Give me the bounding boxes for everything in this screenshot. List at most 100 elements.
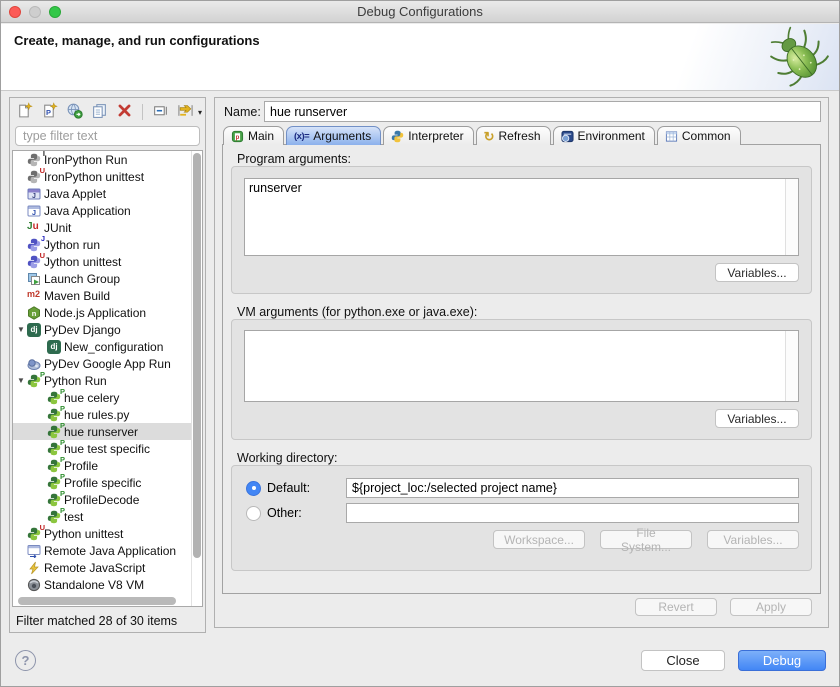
tree-item-label: IronPython Run xyxy=(44,153,127,167)
tree-item-remote-java-application[interactable]: Remote Java Application xyxy=(13,542,202,559)
arguments-tab-icon: (x)= xyxy=(294,131,309,142)
textarea-scrollbar[interactable] xyxy=(785,179,798,255)
tree-item-pydev-django[interactable]: ▼ dj PyDev Django xyxy=(13,321,202,338)
tab-label: Arguments xyxy=(313,129,371,143)
tree-item-label: Remote Java Application xyxy=(44,544,176,558)
tree-item-label: Java Application xyxy=(44,204,131,218)
tree-item-label: test xyxy=(64,510,83,524)
tab-arguments[interactable]: (x)= Arguments xyxy=(286,126,381,145)
other-radio-label: Other: xyxy=(267,506,302,520)
tree-vertical-scrollbar[interactable] xyxy=(191,151,202,606)
vm-arguments-variables-button[interactable]: Variables... xyxy=(715,409,799,428)
python-blue-J-icon: J xyxy=(27,238,41,252)
debug-button[interactable]: Debug xyxy=(738,650,826,671)
expander-icon[interactable]: ▼ xyxy=(15,376,27,385)
tree-item-hue-celery[interactable]: P hue celery xyxy=(13,389,202,406)
tree-item-maven-build[interactable]: m2 Maven Build xyxy=(13,287,202,304)
program-arguments-textarea[interactable]: runserver xyxy=(245,179,785,255)
tab-common[interactable]: Common xyxy=(657,126,741,145)
workspace-button[interactable]: Workspace... xyxy=(493,530,585,549)
java-applet-icon: J xyxy=(27,187,41,201)
tab-environment[interactable]: Environment xyxy=(553,126,655,145)
tree-item-label: Standalone V8 VM xyxy=(44,578,144,592)
remote-js-icon xyxy=(27,561,41,575)
delete-launch-configuration-button[interactable] xyxy=(114,102,135,122)
debug-bug-icon xyxy=(767,26,831,95)
tree-item-hue-runserver[interactable]: P hue runserver xyxy=(13,423,202,440)
tree-item-profile[interactable]: P Profile xyxy=(13,457,202,474)
tree-item-java-applet[interactable]: J Java Applet xyxy=(13,185,202,202)
tree-horizontal-scrollbar[interactable] xyxy=(13,596,191,606)
file-system-button[interactable]: File System... xyxy=(600,530,692,549)
header-title: Create, manage, and run configurations xyxy=(14,33,260,48)
other-directory-input[interactable] xyxy=(346,503,799,523)
title-bar[interactable]: Debug Configurations xyxy=(1,1,839,23)
new-launch-prototype-button[interactable]: P xyxy=(39,102,60,122)
expander-icon[interactable]: ▼ xyxy=(15,325,27,334)
tree-item-label: PyDev Django xyxy=(44,323,121,337)
textarea-scrollbar[interactable] xyxy=(785,331,798,401)
python-green-P-icon: P xyxy=(47,459,61,473)
tree-item-launch-group[interactable]: Launch Group xyxy=(13,270,202,287)
other-radio[interactable] xyxy=(246,506,261,521)
tree-item-hue-test-specific[interactable]: P hue test specific xyxy=(13,440,202,457)
default-radio[interactable] xyxy=(246,481,261,496)
python-green-P-icon: P xyxy=(47,476,61,490)
tree-item-jython-unittest[interactable]: U Jython unittest xyxy=(13,253,202,270)
tree-item-python-unittest[interactable]: U Python unittest xyxy=(13,525,202,542)
debug-configurations-dialog: Debug Configurations Create, manage, and… xyxy=(0,0,840,687)
apply-button[interactable]: Apply xyxy=(730,598,812,616)
default-directory-input[interactable] xyxy=(346,478,799,498)
filter-menu-caret-icon[interactable]: ▾ xyxy=(198,108,202,117)
python-green-P-icon: P xyxy=(27,374,41,388)
name-input[interactable] xyxy=(264,101,821,122)
new-launch-configuration-icon xyxy=(16,102,33,122)
tree-item-hue-rules-py[interactable]: P hue rules.py xyxy=(13,406,202,423)
tree-item-label: hue rules.py xyxy=(64,408,129,422)
working-directory-variables-button[interactable]: Variables... xyxy=(707,530,799,549)
scrollbar-thumb[interactable] xyxy=(18,597,176,605)
help-button[interactable]: ? xyxy=(15,650,36,671)
filter-launch-configurations-button[interactable] xyxy=(175,102,196,122)
tree-item-new-configuration[interactable]: dj New_configuration xyxy=(13,338,202,355)
program-arguments-field-frame: runserver xyxy=(244,178,799,256)
tab-interpreter[interactable]: Interpreter xyxy=(383,126,473,145)
tree-item-label: New_configuration xyxy=(64,340,163,354)
program-arguments-label: Program arguments: xyxy=(237,152,351,166)
vm-arguments-textarea[interactable] xyxy=(245,331,785,401)
delete-launch-configuration-icon xyxy=(116,102,133,122)
tree-item-profiledecode[interactable]: P ProfileDecode xyxy=(13,491,202,508)
new-launch-configuration-button[interactable] xyxy=(14,102,35,122)
duplicate-launch-configuration-button[interactable] xyxy=(89,102,110,122)
python-green-P-icon: P xyxy=(47,442,61,456)
window-title: Debug Configurations xyxy=(1,4,839,19)
working-directory-label: Working directory: xyxy=(237,451,338,465)
revert-button[interactable]: Revert xyxy=(635,598,717,616)
export-launch-configurations-icon xyxy=(66,102,83,122)
configuration-detail-panel: Name: p Main (x)= Arguments Interpreter xyxy=(214,97,829,628)
tree-item-remote-javascript[interactable]: Remote JavaScript xyxy=(13,559,202,576)
tree-item-python-run[interactable]: ▼ P Python Run xyxy=(13,372,202,389)
tree-item-profile-specific[interactable]: P Profile specific xyxy=(13,474,202,491)
close-button[interactable]: Close xyxy=(641,650,725,671)
tab-bar: p Main (x)= Arguments Interpreter ↻ Refr… xyxy=(223,126,743,145)
tab-refresh[interactable]: ↻ Refresh xyxy=(476,126,551,145)
filter-input[interactable] xyxy=(15,126,200,146)
name-label: Name: xyxy=(224,105,261,119)
tree-item-ironpython-unittest[interactable]: U IronPython unittest xyxy=(13,168,202,185)
tab-main[interactable]: p Main xyxy=(223,126,284,145)
tree-item-label: Node.js Application xyxy=(44,306,146,320)
java-application-icon: J xyxy=(27,204,41,218)
tree-item-label: Python Run xyxy=(44,374,107,388)
collapse-all-button[interactable] xyxy=(150,102,171,122)
program-arguments-variables-button[interactable]: Variables... xyxy=(715,263,799,282)
working-directory-group: Default: Other: Workspace... File System… xyxy=(231,465,812,571)
svg-text:J: J xyxy=(32,208,36,217)
export-launch-configurations-button[interactable] xyxy=(64,102,85,122)
tree-item-java-application[interactable]: J Java Application xyxy=(13,202,202,219)
python-green-P-icon: P xyxy=(47,391,61,405)
tree-item-node-js-application[interactable]: n Node.js Application xyxy=(13,304,202,321)
scrollbar-thumb[interactable] xyxy=(193,153,201,558)
svg-text:p: p xyxy=(236,135,240,141)
tree-item-standalone-v8-vm[interactable]: Standalone V8 VM xyxy=(13,576,202,593)
